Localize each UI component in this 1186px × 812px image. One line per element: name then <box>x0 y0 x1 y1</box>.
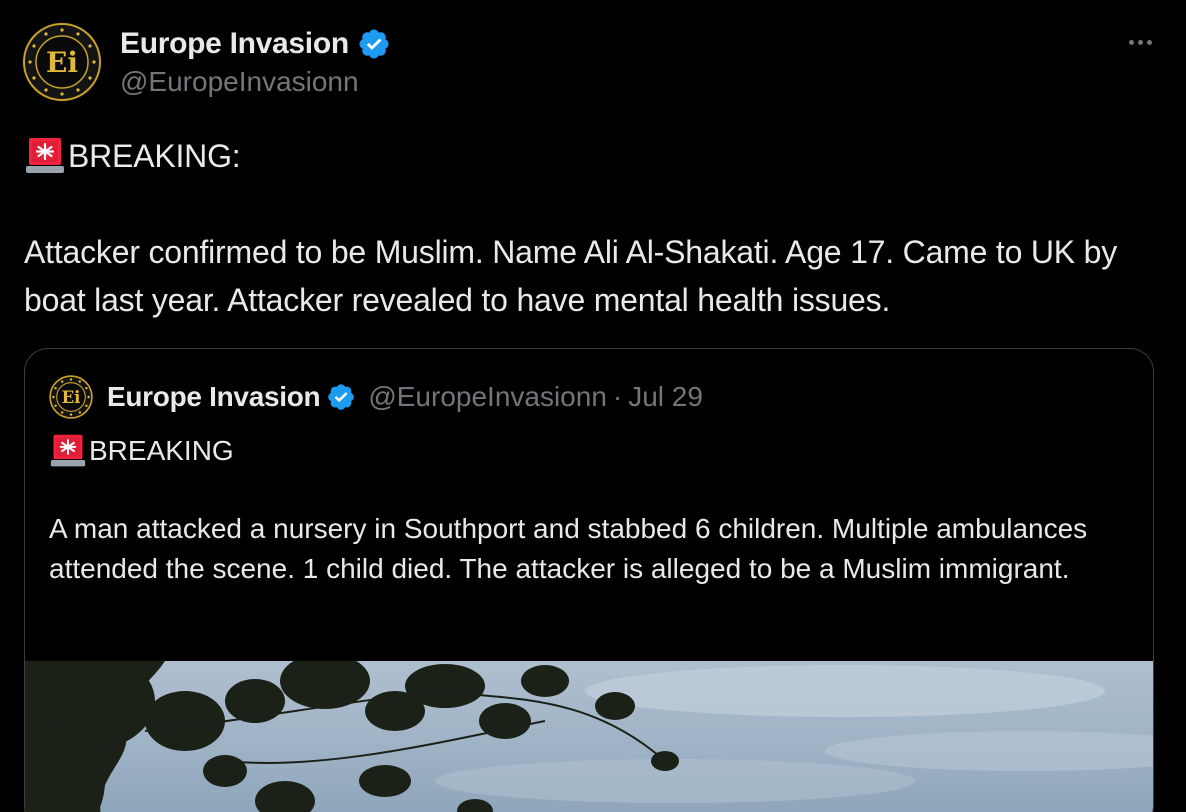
siren-icon <box>50 434 86 467</box>
svg-text:Ei: Ei <box>62 388 81 407</box>
quoted-tweet-date[interactable]: Jul 29 <box>628 381 703 413</box>
quoted-author-handle[interactable]: @EuropeInvasionn <box>368 381 607 413</box>
separator-dot: · <box>612 381 623 412</box>
svg-text:Ei: Ei <box>46 46 78 79</box>
tweet-body: Attacker confirmed to be Muslim. Name Al… <box>24 234 1118 318</box>
verified-badge-icon[interactable] <box>326 382 356 412</box>
quoted-tweet[interactable]: Ei Europe Invasion @EuropeInvasionn · Ju… <box>24 348 1154 812</box>
more-options-button[interactable] <box>1120 28 1160 56</box>
quoted-tweet-header: Ei Europe Invasion @EuropeInvasionn · Ju… <box>49 375 703 419</box>
author-handle[interactable]: @EuropeInvasionn <box>120 66 391 98</box>
europe-invasion-logo-icon: Ei <box>49 375 93 419</box>
author-avatar[interactable]: Ei <box>22 22 102 102</box>
author-block: Europe Invasion @EuropeInvasionn <box>120 24 391 98</box>
quoted-author-display-name[interactable]: Europe Invasion <box>107 381 321 413</box>
tweet-text: BREAKING: Attacker confirmed to be Musli… <box>24 132 1154 324</box>
quoted-tweet-body: A man attacked a nursery in Southport an… <box>49 513 1088 584</box>
verified-badge-icon[interactable] <box>357 27 391 61</box>
more-horizontal-icon <box>1128 39 1134 45</box>
quoted-tweet-photo[interactable] <box>25 661 1153 812</box>
quoted-breaking-label: BREAKING <box>89 435 234 466</box>
europe-invasion-logo-icon: Ei <box>23 23 101 101</box>
author-display-name[interactable]: Europe Invasion <box>120 27 349 61</box>
photo-trees-sky-icon <box>25 661 1153 812</box>
quoted-author-avatar[interactable]: Ei <box>49 375 93 419</box>
tweet[interactable]: Ei Europe Invasion @EuropeInvasionn BREA… <box>0 0 1186 812</box>
quoted-tweet-text: BREAKING A man attacked a nursery in Sou… <box>49 429 1129 589</box>
breaking-label: BREAKING: <box>68 138 241 174</box>
siren-icon <box>26 138 64 173</box>
